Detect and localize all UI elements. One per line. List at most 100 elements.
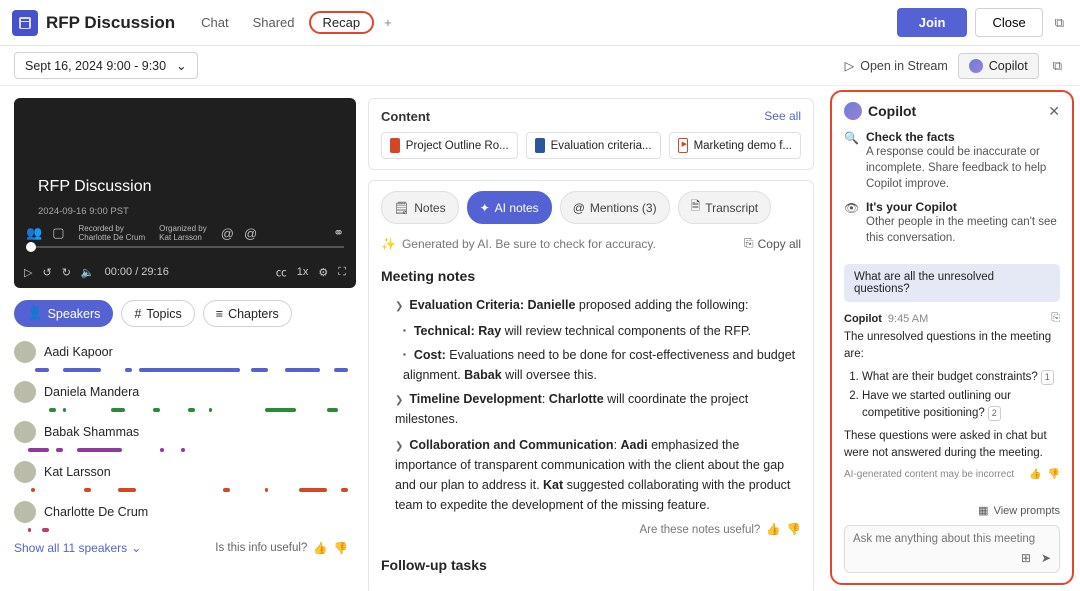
settings-icon[interactable]: ⚙ xyxy=(318,266,328,279)
hash-icon: # xyxy=(134,307,141,321)
view-prompts-button[interactable]: ▦View prompts xyxy=(844,496,1060,517)
reference-badge[interactable]: 2 xyxy=(988,406,1001,421)
left-column: RFP Discussion 2024-09-16 9:00 PST 👥▢ Re… xyxy=(0,86,362,591)
copilot-toggle-button[interactable]: Copilot xyxy=(958,53,1039,79)
speaker-row[interactable]: Kat Larsson xyxy=(14,461,362,483)
grid-icon: ▦ xyxy=(978,504,988,517)
note-bullet: Cost: Evaluations need to be done for co… xyxy=(403,345,801,385)
ai-disclaimer-text: Generated by AI. Be sure to check for ac… xyxy=(402,237,656,251)
thumbs-down-icon[interactable]: 👎 xyxy=(787,521,801,539)
video-player[interactable]: RFP Discussion 2024-09-16 9:00 PST 👥▢ Re… xyxy=(14,98,356,288)
thumbs-up-icon[interactable]: 👍 xyxy=(766,521,780,539)
note-item: ❯Timeline Development: Charlotte will co… xyxy=(381,389,801,429)
ai-notes-tab[interactable]: ✦AI notes xyxy=(467,191,552,224)
cc-icon[interactable]: ㏄ xyxy=(276,264,287,280)
main-content: RFP Discussion 2024-09-16 9:00 PST 👥▢ Re… xyxy=(0,86,1080,591)
open-in-stream-button[interactable]: ▷ Open in Stream xyxy=(845,58,948,73)
meeting-notes-heading: Meeting notes xyxy=(381,265,801,287)
play-icon[interactable]: ▷ xyxy=(24,266,32,279)
show-all-speakers-link[interactable]: Show all 11 speakers ⌄ xyxy=(14,541,141,555)
sub-toolbar: Sept 16, 2024 9:00 - 9:30 ⌄ ▷ Open in St… xyxy=(0,46,1080,86)
mentions-tab[interactable]: @Mentions (3) xyxy=(560,191,670,224)
video-progress-bar[interactable] xyxy=(26,246,344,248)
send-icon[interactable]: ➤ xyxy=(1041,551,1051,565)
fact-title: Check the facts xyxy=(866,130,1060,144)
speaker-timeline[interactable] xyxy=(14,527,362,533)
apps-icon[interactable]: ⊞ xyxy=(1021,551,1031,565)
copilot-header: Copilot ✕ xyxy=(844,102,1060,120)
info-useful-feedback: Is this info useful? 👍 👎 xyxy=(215,541,348,555)
reference-badge[interactable]: 1 xyxy=(1041,370,1054,385)
at-icon: @ xyxy=(573,201,585,215)
copilot-icon xyxy=(844,102,862,120)
video-datetime: 2024-09-16 9:00 PST xyxy=(38,206,129,217)
fact-title: It's your Copilot xyxy=(866,200,1060,214)
copilot-input-box[interactable]: ⊞ ➤ xyxy=(844,525,1060,573)
rewind-icon[interactable]: ↺ xyxy=(42,266,51,279)
attachment-item[interactable]: Evaluation criteria... xyxy=(526,132,661,159)
transcript-tab[interactable]: 🗎Transcript xyxy=(678,191,772,224)
video-scrubber[interactable] xyxy=(26,242,36,252)
thumbs-down-icon[interactable]: 👎 xyxy=(1048,469,1060,480)
attachment-item[interactable]: Marketing demo f... xyxy=(669,132,801,159)
fact-body: A response could be inaccurate or incomp… xyxy=(866,144,1060,192)
date-label: Sept 16, 2024 9:00 - 9:30 xyxy=(25,59,166,73)
copilot-response: The unresolved questions in the meeting … xyxy=(844,329,1060,461)
speaker-name: Babak Shammas xyxy=(44,425,139,439)
popout-icon[interactable]: ⧉ xyxy=(1049,54,1066,78)
speaker-row[interactable]: Charlotte De Crum xyxy=(14,501,362,523)
speaker-timeline[interactable] xyxy=(14,367,362,373)
open-stream-label: Open in Stream xyxy=(860,59,948,73)
avatar xyxy=(14,501,36,523)
attachment-item[interactable]: Project Outline Ro... xyxy=(381,132,518,159)
close-button[interactable]: Close xyxy=(975,8,1042,37)
avatar xyxy=(14,341,36,363)
speaker-timeline[interactable] xyxy=(14,407,362,413)
speed-label[interactable]: 1x xyxy=(297,266,309,278)
copilot-pane: Copilot ✕ 🔍Check the factsA response cou… xyxy=(830,90,1074,585)
join-button[interactable]: Join xyxy=(897,8,968,37)
copilot-facts: 🔍Check the factsA response could be inac… xyxy=(844,130,1060,254)
copilot-input[interactable] xyxy=(853,533,1051,545)
sparkle-icon: ✦ xyxy=(480,201,490,215)
speaker-row[interactable]: Aadi Kapoor xyxy=(14,341,362,363)
slides-icon: ▢ xyxy=(52,225,64,241)
thumbs-up-icon[interactable]: 👍 xyxy=(313,541,327,555)
notes-tab[interactable]: 🗒Notes xyxy=(381,191,459,224)
header-tabs: Chat Shared Recap + xyxy=(191,11,398,34)
tab-chat[interactable]: Chat xyxy=(191,11,238,34)
volume-icon[interactable]: 🔈 xyxy=(81,266,95,279)
speaker-timeline[interactable] xyxy=(14,487,362,493)
speaker-name: Aadi Kapoor xyxy=(44,345,113,359)
user-question-chip[interactable]: What are all the unresolved questions? xyxy=(844,264,1060,302)
speaker-name: Daniela Mandera xyxy=(44,385,139,399)
copilot-label: Copilot xyxy=(989,59,1028,73)
speaker-timeline[interactable] xyxy=(14,447,362,453)
speakers-button[interactable]: 👤Speakers xyxy=(14,300,113,327)
note-item: ❯Collaboration and Communication: Aadi e… xyxy=(381,435,801,515)
note-bullet: Technical: Ray will review technical com… xyxy=(403,321,801,341)
speaker-row[interactable]: Daniela Mandera xyxy=(14,381,362,403)
topics-button[interactable]: #Topics xyxy=(121,300,194,327)
thumbs-up-icon[interactable]: 👍 xyxy=(1029,469,1041,480)
video-time: 00:00 / 29:16 xyxy=(105,266,169,278)
copy-icon[interactable]: ⎘ xyxy=(1051,312,1060,325)
thumbs-down-icon[interactable]: 👎 xyxy=(334,541,348,555)
fullscreen-icon[interactable]: ⛶ xyxy=(338,266,346,279)
see-all-link[interactable]: See all xyxy=(764,109,801,124)
chevron-down-icon: ⌄ xyxy=(176,58,186,73)
chapters-button[interactable]: ≡Chapters xyxy=(203,300,292,327)
popout-icon[interactable]: ⧉ xyxy=(1051,11,1068,35)
close-icon[interactable]: ✕ xyxy=(1048,103,1060,120)
add-tab-button[interactable]: + xyxy=(378,11,398,34)
forward-icon[interactable]: ↻ xyxy=(62,266,71,279)
person-icon: ⚭ xyxy=(333,225,344,241)
speaker-row[interactable]: Babak Shammas xyxy=(14,421,362,443)
copy-all-button[interactable]: ⎘Copy all xyxy=(744,236,801,251)
copilot-icon xyxy=(969,59,983,73)
speaker-name: Charlotte De Crum xyxy=(44,505,148,519)
tab-shared[interactable]: Shared xyxy=(243,11,305,34)
ai-disclaimer-row: ✨ Generated by AI. Be sure to check for … xyxy=(381,236,801,251)
meeting-date-selector[interactable]: Sept 16, 2024 9:00 - 9:30 ⌄ xyxy=(14,52,198,79)
tab-recap[interactable]: Recap xyxy=(309,11,375,34)
